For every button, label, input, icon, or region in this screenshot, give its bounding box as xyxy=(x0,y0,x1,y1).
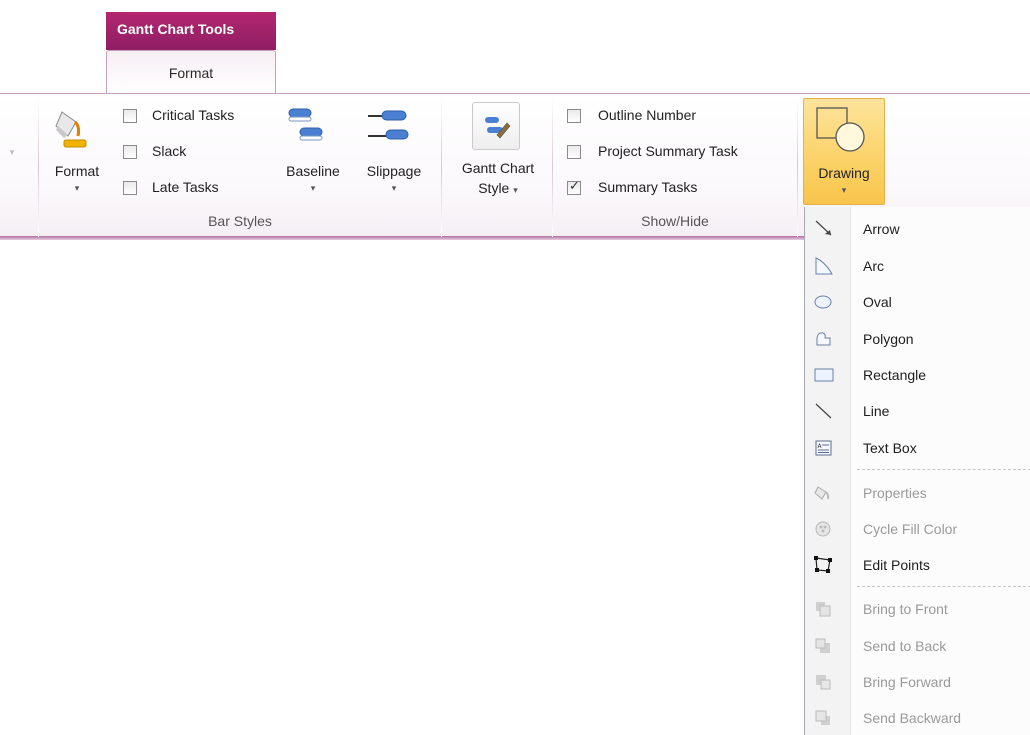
text-box-icon: A xyxy=(815,440,832,456)
menu-item-label: Polygon xyxy=(863,331,914,347)
bring-forward-icon xyxy=(816,675,831,690)
chevron-down-icon: ▾ xyxy=(391,183,397,193)
group-separator xyxy=(441,97,442,237)
gantt-style-icon xyxy=(485,117,511,139)
gantt-chart-style-button[interactable]: Gantt Chart Style ▾ xyxy=(446,100,550,205)
drawing-shapes-icon xyxy=(816,107,865,152)
paint-bucket-icon xyxy=(55,111,87,148)
checkbox-label: Critical Tasks xyxy=(152,107,235,123)
cycle-fill-icon xyxy=(815,521,831,537)
arc-icon xyxy=(815,257,833,275)
drawing-menu: Arrow Arc Oval Polygon Rectangle Line A … xyxy=(804,207,1030,735)
arrow-icon xyxy=(815,220,832,236)
rectangle-icon xyxy=(814,368,834,382)
menu-item-label: Bring Forward xyxy=(863,674,951,690)
menu-item-properties[interactable]: Properties xyxy=(805,476,1030,510)
chevron-down-icon: ▾ xyxy=(74,183,80,193)
menu-item-label: Edit Points xyxy=(863,557,930,573)
menu-item-label: Bring to Front xyxy=(863,601,948,617)
group-separator xyxy=(38,97,39,237)
menu-item-bring-to-front[interactable]: Bring to Front xyxy=(805,592,1030,626)
send-to-back-icon xyxy=(815,638,830,653)
critical-tasks-checkbox[interactable]: Critical Tasks xyxy=(120,107,270,129)
gantt-style-gallery-box xyxy=(472,102,520,150)
slippage-label: Slippage xyxy=(366,163,422,179)
show-hide-group-label: Show/Hide xyxy=(641,213,709,229)
menu-item-text-box[interactable]: A Text Box xyxy=(805,431,1030,465)
line-icon xyxy=(815,403,832,419)
menu-item-send-backward[interactable]: Send Backward xyxy=(805,701,1030,735)
menu-item-arc[interactable]: Arc xyxy=(805,249,1030,283)
menu-item-edit-points[interactable]: Edit Points xyxy=(805,548,1030,582)
checkbox-box xyxy=(123,181,137,195)
chevron-down-icon: ▾ xyxy=(841,185,847,195)
slack-checkbox[interactable]: Slack xyxy=(120,143,270,165)
chevron-down-icon: ▾ xyxy=(513,185,518,195)
checkbox-label: Slack xyxy=(152,143,187,159)
checkbox-box xyxy=(123,109,137,123)
gantt-style-label-text: Style xyxy=(478,180,510,196)
contextual-tab-header: Gantt Chart Tools xyxy=(106,12,276,50)
outline-number-checkbox[interactable]: Outline Number xyxy=(564,107,794,129)
menu-item-oval[interactable]: Oval xyxy=(805,285,1030,319)
bring-to-front-icon xyxy=(816,602,831,617)
menu-item-send-to-back[interactable]: Send to Back xyxy=(805,629,1030,663)
checkbox-label: Summary Tasks xyxy=(598,179,698,195)
format-button[interactable]: Format ▾ xyxy=(42,100,112,205)
checkbox-label: Outline Number xyxy=(598,107,697,123)
menu-item-bring-forward[interactable]: Bring Forward xyxy=(805,665,1030,699)
checkbox-box xyxy=(567,109,581,123)
gantt-style-label-line2: Style ▾ xyxy=(446,180,550,196)
summary-tasks-checkbox[interactable]: Summary Tasks xyxy=(564,178,794,201)
checkbox-label: Late Tasks xyxy=(152,179,219,195)
menu-item-rectangle[interactable]: Rectangle xyxy=(805,358,1030,392)
chevron-down-icon: ▾ xyxy=(310,183,316,193)
menu-separator xyxy=(857,586,1030,587)
gantt-style-label-line1: Gantt Chart xyxy=(461,160,535,176)
menu-item-label: Cycle Fill Color xyxy=(863,521,958,537)
checkbox-box xyxy=(123,145,137,159)
slippage-bars-icon xyxy=(368,110,409,140)
format-button-label: Format xyxy=(54,163,100,179)
menu-item-cycle-fill-color[interactable]: Cycle Fill Color xyxy=(805,512,1030,546)
project-summary-task-checkbox[interactable]: Project Summary Task xyxy=(564,143,794,165)
edit-points-icon xyxy=(814,556,832,573)
baseline-bars-icon xyxy=(288,108,323,141)
send-backward-icon xyxy=(815,710,830,725)
menu-item-label: Line xyxy=(863,403,890,419)
baseline-button[interactable]: Baseline ▾ xyxy=(272,100,354,205)
menu-item-arrow[interactable]: Arrow xyxy=(805,212,1030,246)
menu-item-line[interactable]: Line xyxy=(805,394,1030,428)
menu-item-polygon[interactable]: Polygon xyxy=(805,322,1030,356)
oval-icon xyxy=(814,295,832,309)
checkbox-box xyxy=(567,145,581,159)
menu-separator xyxy=(857,469,1030,470)
bar-styles-group-label: Bar Styles xyxy=(208,213,272,229)
menu-item-label: Oval xyxy=(863,294,892,310)
menu-item-label: Arc xyxy=(863,258,884,274)
menu-item-label: Properties xyxy=(863,485,927,501)
drawing-button[interactable]: Drawing ▾ xyxy=(803,98,885,205)
properties-icon xyxy=(814,486,830,500)
baseline-label: Baseline xyxy=(286,163,340,179)
menu-item-label: Send to Back xyxy=(863,638,947,654)
slippage-button[interactable]: Slippage ▾ xyxy=(354,100,434,205)
menu-item-label: Text Box xyxy=(863,440,917,456)
group-separator xyxy=(797,97,798,237)
late-tasks-checkbox[interactable]: Late Tasks xyxy=(120,179,270,201)
group-separator xyxy=(552,97,553,237)
drawing-button-label: Drawing xyxy=(818,165,870,181)
menu-item-label: Arrow xyxy=(863,221,900,237)
menu-item-label: Rectangle xyxy=(863,367,927,383)
checkbox-label: Project Summary Task xyxy=(598,143,738,159)
tab-format[interactable]: Format xyxy=(106,50,276,94)
menu-item-label: Send Backward xyxy=(863,710,962,726)
collapsed-dropdown-arrow[interactable]: ▾ xyxy=(4,147,20,158)
checkbox-box-checked xyxy=(567,178,581,195)
polygon-icon xyxy=(816,332,831,346)
